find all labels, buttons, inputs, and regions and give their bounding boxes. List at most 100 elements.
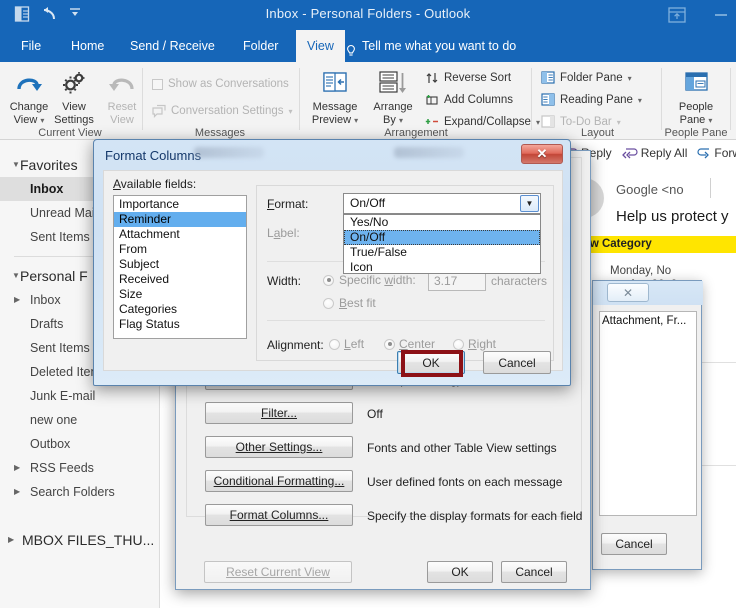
sidebar-item-search-folders[interactable]: ▶ Search Folders [0, 480, 159, 504]
best-fit-radio[interactable] [323, 297, 334, 309]
sidebar-item-outbox[interactable]: Outbox [0, 432, 159, 456]
format-columns-button[interactable]: Format Columns... [205, 504, 353, 526]
format-option-on-off[interactable]: On/Off [344, 230, 540, 245]
chevron-right-icon[interactable]: ▶ [14, 288, 20, 312]
best-fit-radio-row[interactable]: Best fit [323, 296, 376, 310]
sidebar-item-new-one[interactable]: new one [0, 408, 159, 432]
available-fields-list[interactable]: Importance Reminder Attachment From Subj… [113, 195, 247, 339]
other-settings-description: Fonts and other Table View settings [367, 441, 557, 455]
message-subject: Help us protect y [616, 208, 729, 225]
field-item-flag-status[interactable]: Flag Status [114, 317, 246, 332]
ribbon-divider-3 [531, 68, 532, 130]
favorites-label: Favorites [20, 157, 78, 173]
format-option-icon[interactable]: Icon [344, 260, 540, 275]
specific-width-radio[interactable] [323, 274, 334, 286]
specific-width-radio-row[interactable]: Specific width: [323, 273, 416, 287]
title-bar: Inbox - Personal Folders - Outlook [0, 0, 736, 30]
field-item-attachment[interactable]: Attachment [114, 227, 246, 242]
minimize-icon[interactable] [710, 4, 732, 24]
field-item-received[interactable]: Received [114, 272, 246, 287]
folder-pane-row[interactable]: Folder Pane ▾ [541, 71, 632, 85]
chevron-right-icon[interactable]: ▶ [14, 456, 20, 480]
characters-label: characters [491, 274, 548, 288]
chevron-right-icon[interactable]: ▶ [8, 528, 14, 552]
sidebar-item-junk-email[interactable]: Junk E-mail [0, 384, 159, 408]
reading-pane-caret-icon: ▾ [637, 95, 642, 105]
sidebar-item-label: RSS Feeds [30, 461, 94, 475]
width-label: Width: [267, 274, 302, 288]
format-columns-cancel-button[interactable]: Cancel [483, 351, 551, 374]
filter-button[interactable]: Filter... [205, 402, 353, 424]
format-dropdown-list[interactable]: Yes/No On/Off True/False Icon [343, 214, 541, 274]
folder-pane-icon [541, 71, 555, 85]
background-dialog-list-item: Attachment, Fr... [602, 315, 687, 327]
show-as-conversations-row: Show as Conversations [152, 78, 289, 90]
ribbon-group-label-people-pane: People Pane [664, 127, 728, 139]
conditional-formatting-description: User defined fonts on each message [367, 475, 563, 489]
format-columns-dialog-title: Format Columns [105, 148, 202, 163]
field-item-size[interactable]: Size [114, 287, 246, 302]
field-item-categories[interactable]: Categories [114, 302, 246, 317]
view-settings-cancel-button[interactable]: Cancel [501, 561, 567, 583]
forward-button[interactable]: Forwa [697, 146, 736, 160]
conditional-formatting-button[interactable]: Conditional Formatting... [205, 470, 353, 492]
folder-pane-caret-icon: ▾ [627, 73, 632, 83]
reading-pane-icon [541, 93, 555, 107]
chevron-down-icon[interactable]: ▼ [520, 195, 539, 212]
reply-all-button[interactable]: Reply All [621, 146, 687, 160]
field-item-reminder[interactable]: Reminder [114, 212, 246, 227]
chevron-right-icon[interactable]: ▶ [14, 480, 20, 504]
close-icon[interactable]: ✕ [521, 144, 563, 164]
sidebar-item-mbox-files[interactable]: ▶ MBOX FILES_THU... [0, 528, 159, 552]
tab-home[interactable]: Home [60, 30, 115, 62]
ribbon-group-messages: Show as Conversations Conversation Setti… [146, 62, 294, 140]
other-settings-button[interactable]: Other Settings... [205, 436, 353, 458]
format-option-true-false[interactable]: True/False [344, 245, 540, 260]
background-dialog-cancel-button[interactable]: Cancel [601, 533, 667, 555]
field-item-subject[interactable]: Subject [114, 257, 246, 272]
view-settings-ok-button[interactable]: OK [427, 561, 493, 583]
lightbulb-icon [345, 39, 357, 56]
view-settings-button[interactable]: View Settings [48, 68, 100, 126]
field-item-importance[interactable]: Importance [114, 197, 246, 212]
tell-me-box[interactable]: Tell me what you want to do [345, 30, 516, 62]
ribbon-display-options-icon[interactable] [668, 7, 686, 23]
reverse-sort-row[interactable]: Reverse Sort [425, 71, 511, 85]
arrange-by-button[interactable]: Arrange By ▾ [365, 68, 421, 127]
sidebar-item-rss-feeds[interactable]: ▶ RSS Feeds [0, 456, 159, 480]
background-dialog-close-icon[interactable]: ✕ [607, 283, 649, 302]
ribbon-group-layout: Folder Pane ▾ Reading Pane ▾ To-Do Bar ▾… [535, 62, 660, 140]
add-columns-row[interactable]: Add Columns [425, 93, 513, 107]
message-preview-button[interactable]: Message Preview ▾ [305, 68, 365, 127]
format-option-yes-no[interactable]: Yes/No [344, 215, 540, 230]
message-preview-label-2: Preview ▾ [311, 113, 359, 126]
ribbon-group-people-pane: People Pane ▾ People Pane [663, 62, 729, 140]
conversation-settings-row: Conversation Settings ▾ [152, 104, 293, 118]
reset-view-label-2: View [110, 113, 134, 126]
blurred-title-artifact-1 [194, 147, 264, 158]
ribbon-divider-1 [142, 68, 143, 130]
conversation-settings-label: Conversation Settings [171, 105, 284, 117]
add-columns-icon [425, 93, 439, 107]
people-pane-button[interactable]: People Pane ▾ [669, 68, 723, 127]
show-as-conversations-checkbox [152, 78, 163, 90]
tab-folder[interactable]: Folder [232, 30, 289, 62]
ribbon-group-label-layout: Layout [580, 127, 615, 139]
reading-pane-row[interactable]: Reading Pane ▾ [541, 93, 642, 107]
reset-current-view-label: Reset Current View [226, 565, 330, 579]
background-dialog-list[interactable]: Attachment, Fr... [599, 311, 697, 516]
window-controls [710, 4, 732, 24]
tab-file[interactable]: File [10, 30, 52, 62]
reverse-sort-label: Reverse Sort [444, 72, 512, 84]
sender-divider [710, 178, 711, 198]
format-combobox[interactable]: On/Off ▼ [343, 193, 541, 214]
view-settings-label-1: View [62, 101, 86, 113]
field-item-from[interactable]: From [114, 242, 246, 257]
conditional-formatting-button-label: Conditional Formatting... [213, 474, 345, 488]
people-pane-icon [669, 68, 723, 98]
message-preview-icon [305, 68, 365, 98]
tab-send-receive[interactable]: Send / Receive [119, 30, 226, 62]
message-date-line-1: Monday, No [610, 265, 672, 277]
tab-view[interactable]: View [296, 30, 345, 62]
panel-divider-2 [267, 320, 545, 321]
